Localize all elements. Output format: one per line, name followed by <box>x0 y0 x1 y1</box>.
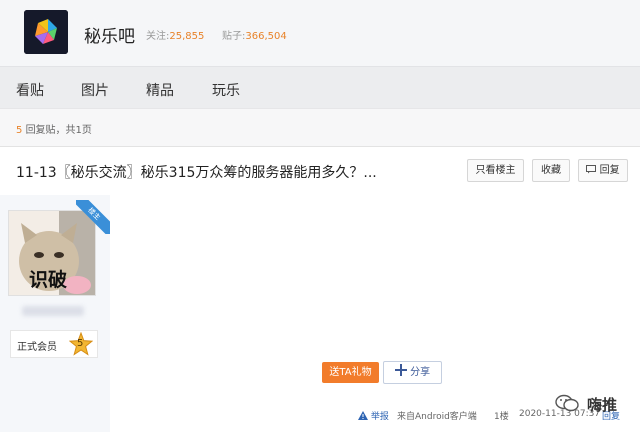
floor-number: 1楼 <box>494 412 509 422</box>
username-blurred[interactable] <box>22 306 84 316</box>
op-badge: 楼主 <box>76 200 110 234</box>
member-level-badge: 正式会员 5 <box>10 330 98 358</box>
tab-featured[interactable]: 精品 <box>146 80 174 100</box>
watermark-text: 嗨推 <box>587 396 618 414</box>
send-gift-button[interactable]: 送TA礼物 <box>322 362 379 383</box>
client-source: 来自Android客户端 <box>397 412 477 422</box>
wechat-icon <box>555 394 579 416</box>
level-number: 5 <box>77 338 84 349</box>
post-count: 366,504 <box>245 31 287 42</box>
reply-button[interactable]: 回复 <box>578 159 628 182</box>
reply-summary: 5 回复贴，共1页 <box>16 121 92 136</box>
forum-name[interactable]: 秘乐吧 <box>84 22 135 47</box>
tab-fun[interactable]: 玩乐 <box>212 80 240 100</box>
tab-images[interactable]: 图片 <box>81 80 109 100</box>
forum-logo[interactable] <box>24 10 68 54</box>
thread-title-bar: 11-13〖秘乐交流〗秘乐315万众筹的服务器能用多久？... 只看楼主 收藏 … <box>0 146 640 196</box>
follow-label: 关注: <box>146 31 170 42</box>
pagination-bar: 5 回复贴，共1页 <box>0 108 640 147</box>
forum-header: 秘乐吧 关注:25,855 贴子:366,504 <box>0 0 640 66</box>
thread-title: 11-13〖秘乐交流〗秘乐315万众筹的服务器能用多久？... <box>16 165 377 181</box>
level-star-icon: 5 <box>68 331 94 356</box>
reply-summary-text: 回复贴，共1页 <box>25 125 92 136</box>
post-stat: 贴子:366,504 <box>222 27 287 42</box>
plus-icon <box>394 364 410 378</box>
member-rank-label: 正式会员 <box>17 342 57 353</box>
report-label: 举报 <box>370 412 389 422</box>
tab-view-posts[interactable]: 看贴 <box>16 80 44 100</box>
follow-count: 25,855 <box>169 31 205 42</box>
watermark: 嗨推 <box>555 388 635 424</box>
reply-count: 5 <box>16 125 23 136</box>
reply-bubble-icon <box>586 165 599 176</box>
share-button[interactable]: 分享 <box>383 361 442 384</box>
op-badge-label: 楼主 <box>76 200 110 234</box>
warning-icon <box>358 411 371 422</box>
only-op-button[interactable]: 只看楼主 <box>467 159 524 182</box>
forum-logo-icon <box>24 10 68 54</box>
post-label: 贴子: <box>222 31 246 42</box>
follow-stat: 关注:25,855 <box>146 27 204 42</box>
avatar-caption: 识破 <box>29 269 68 291</box>
favorite-button[interactable]: 收藏 <box>532 159 570 182</box>
reply-button-label: 回复 <box>599 165 620 176</box>
forum-nav: 看贴 图片 精品 玩乐 <box>0 66 640 109</box>
report-link[interactable]: 举报 <box>358 409 389 422</box>
share-button-label: 分享 <box>410 367 431 378</box>
